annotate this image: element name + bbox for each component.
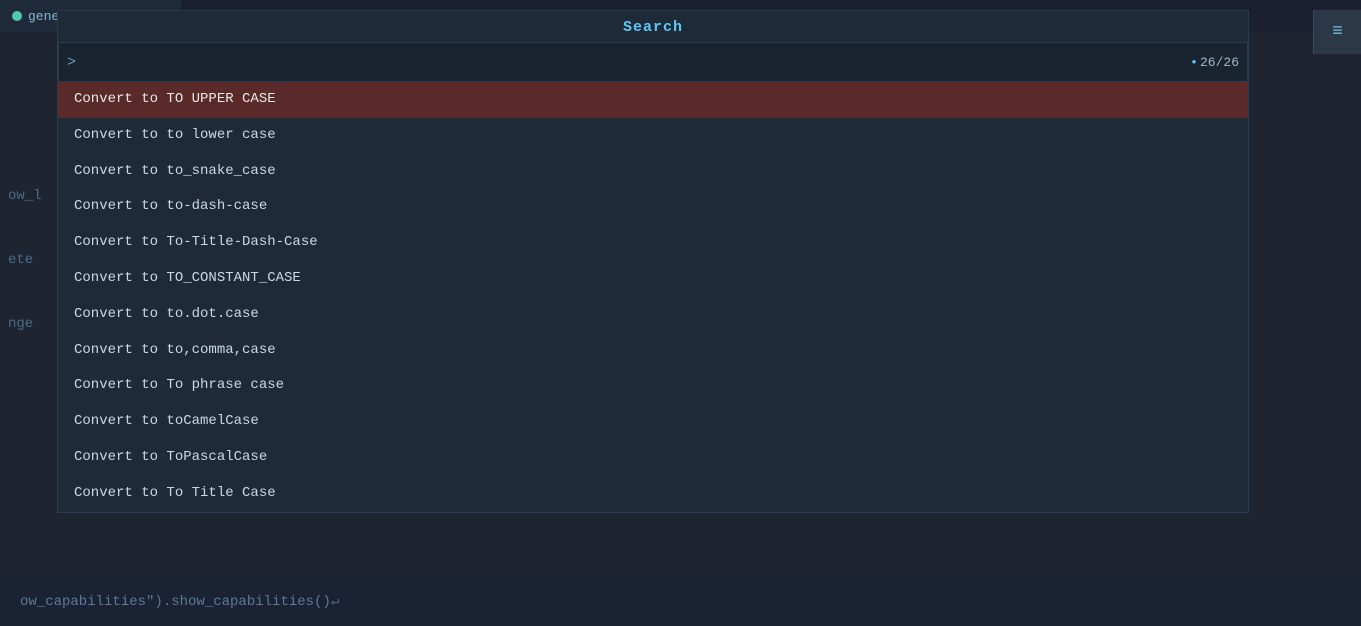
tab-dot-icon xyxy=(12,11,22,21)
list-item[interactable]: Convert to To phrase case xyxy=(58,368,1248,404)
code-prefix: ow_capabilities").show_capabilities() xyxy=(20,594,331,610)
bottom-code-text: ow_capabilities").show_capabilities()↵ xyxy=(20,593,339,610)
gutter-line xyxy=(0,278,57,288)
list-item[interactable]: Convert to to,comma,case xyxy=(58,333,1248,369)
gutter-line: nge xyxy=(0,308,57,342)
editor-gutter: ow_l ete nge xyxy=(0,180,57,371)
list-item[interactable]: Convert to toCamelCase xyxy=(58,404,1248,440)
gutter-line xyxy=(0,234,57,244)
menu-icon: ≡ xyxy=(1332,22,1343,42)
list-item[interactable]: Convert to TO UPPER CASE xyxy=(58,82,1248,118)
gutter-line: ete xyxy=(0,244,57,278)
gutter-line xyxy=(0,351,57,361)
list-item[interactable]: Convert to To-Title-Dash-Case xyxy=(58,225,1248,261)
search-input-row: > •26/26 xyxy=(58,42,1248,82)
gutter-line xyxy=(0,341,57,351)
search-panel: Search > •26/26 Convert to TO UPPER CASE… xyxy=(57,10,1249,513)
right-panel-button[interactable]: ≡ xyxy=(1313,10,1361,54)
gutter-line xyxy=(0,214,57,224)
search-prompt-icon: > xyxy=(67,54,76,71)
list-item[interactable]: Convert to ToPascalCase xyxy=(58,440,1248,476)
list-item[interactable]: Convert to to lower case xyxy=(58,118,1248,154)
search-counter: •26/26 xyxy=(1190,55,1239,70)
gutter-line xyxy=(0,288,57,298)
bottom-editor-line: ow_capabilities").show_capabilities()↵ xyxy=(0,576,1361,626)
gutter-line xyxy=(0,361,57,371)
list-item[interactable]: Convert to to-dash-case xyxy=(58,189,1248,225)
search-input[interactable] xyxy=(82,54,1182,71)
list-item[interactable]: Convert to TO_CONSTANT_CASE xyxy=(58,261,1248,297)
counter-bullet: • xyxy=(1190,55,1198,70)
search-title: Search xyxy=(58,11,1248,42)
list-item[interactable]: Convert to to.dot.case xyxy=(58,297,1248,333)
gutter-line xyxy=(0,224,57,234)
gutter-line: ow_l xyxy=(0,180,57,214)
dropdown-list: Convert to TO UPPER CASE Convert to to l… xyxy=(58,82,1248,512)
list-item[interactable]: Convert to To Title Case xyxy=(58,476,1248,512)
gutter-line xyxy=(0,298,57,308)
code-newline-icon: ↵ xyxy=(331,594,339,610)
list-item[interactable]: Convert to to_snake_case xyxy=(58,154,1248,190)
